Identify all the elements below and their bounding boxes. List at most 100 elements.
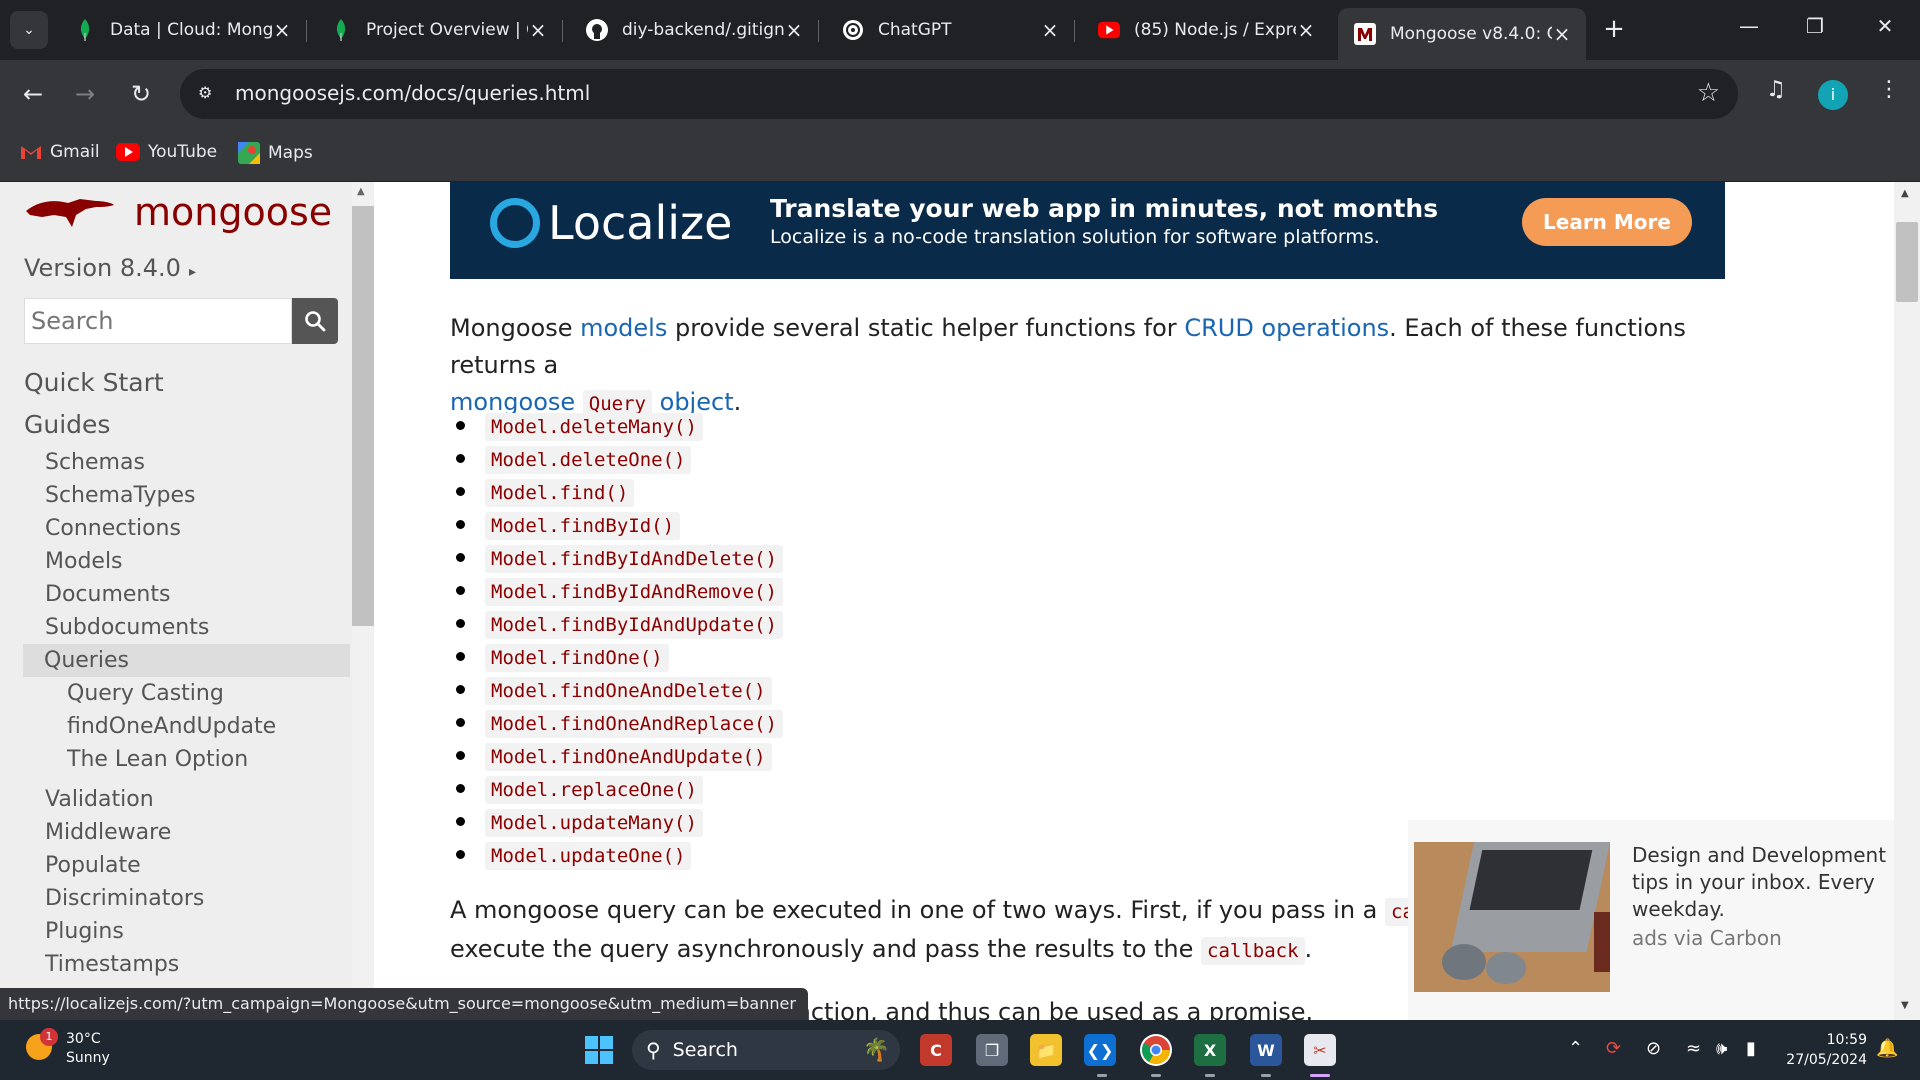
scroll-up-arrow-icon[interactable]: ▲ <box>1901 188 1909 199</box>
page-scrollbar[interactable] <box>1894 182 1920 1020</box>
close-window-icon[interactable]: ✕ <box>1870 14 1900 38</box>
method-code: Model.findByIdAndUpdate() <box>485 610 783 639</box>
sidebar-item-query-casting[interactable]: Query Casting <box>24 677 350 710</box>
sidebar-item-documents[interactable]: Documents <box>24 578 350 611</box>
sidebar-item-schemas[interactable]: Schemas <box>24 446 350 479</box>
notification-bell-icon[interactable]: 🔔 <box>1876 1038 1898 1059</box>
method-code: Model.replaceOne() <box>485 775 703 804</box>
vscode-icon[interactable]: ❮❯ <box>1084 1034 1116 1066</box>
task-view-icon[interactable]: ❐ <box>976 1034 1008 1066</box>
new-tab-button[interactable]: + <box>1598 14 1630 44</box>
battery-icon[interactable]: ▮ <box>1746 1038 1756 1059</box>
chevron-up-icon[interactable]: ⌃ <box>1568 1038 1583 1059</box>
tab-mongoose-queries[interactable]: Mongoose v8.4.0: Queries × <box>1338 8 1586 60</box>
sidebar-item-connections[interactable]: Connections <box>24 512 350 545</box>
web-page: mongoose Version 8.4.0 ▸ Quick StartGuide… <box>0 182 1920 1020</box>
sidebar-item-quick-start[interactable]: Quick Start <box>24 362 350 404</box>
media-control-icon[interactable]: ♫ <box>1766 77 1786 102</box>
search-input[interactable] <box>24 298 292 344</box>
chrome-icon[interactable] <box>1140 1034 1172 1066</box>
close-tab-icon[interactable]: × <box>1296 18 1316 42</box>
list-item: Model.findOne() <box>456 641 783 674</box>
sidebar-item-subdocuments[interactable]: Subdocuments <box>24 611 350 644</box>
ad-text[interactable]: Design and Development tips in your inbo… <box>1632 842 1892 923</box>
search-highlight-icon: 🌴 <box>862 1037 890 1063</box>
file-explorer-icon[interactable]: 📁 <box>1030 1034 1062 1066</box>
system-clock[interactable]: 10:59 27/05/2024 <box>1782 1030 1867 1070</box>
sidebar-item-models[interactable]: Models <box>24 545 350 578</box>
sidebar-item-guides[interactable]: Guides <box>24 404 350 446</box>
sync-icon[interactable]: ⟳ <box>1606 1038 1621 1059</box>
bookmark-maps[interactable]: Maps <box>238 142 313 164</box>
search-button[interactable] <box>292 298 338 344</box>
sidebar-item-findoneandupdate[interactable]: findOneAndUpdate <box>24 710 350 743</box>
method-code: Model.deleteMany() <box>485 412 703 441</box>
tab-separator <box>562 20 563 42</box>
sidebar-item-middleware[interactable]: Middleware <box>24 816 350 849</box>
sidebar-item-validation[interactable]: Validation <box>24 783 350 816</box>
forward-button[interactable]: → <box>66 75 104 113</box>
crud-operations-link[interactable]: CRUD operations <box>1184 314 1389 342</box>
back-button[interactable]: ← <box>14 75 52 113</box>
weather-widget[interactable]: 1 30°C Sunny <box>26 1028 110 1068</box>
sidebar-item-discriminators[interactable]: Discriminators <box>24 882 350 915</box>
windows-start-button[interactable] <box>585 1036 613 1064</box>
scroll-up-arrow-icon[interactable]: ▲ <box>357 186 365 197</box>
ad-image[interactable] <box>1414 842 1610 992</box>
bookmark-star-icon[interactable]: ☆ <box>1697 78 1720 108</box>
carbon-ad[interactable]: Design and Development tips in your inbo… <box>1408 820 1920 1020</box>
sidebar-scroll-thumb[interactable] <box>352 206 374 626</box>
bookmark-youtube[interactable]: YouTube <box>116 142 217 162</box>
notification-badge: 1 <box>40 1028 58 1046</box>
tab-github[interactable]: diy-backend/.gitignore × <box>570 8 819 52</box>
restore-icon[interactable]: ❐ <box>1800 14 1830 38</box>
sidebar-item-queries[interactable]: Queries <box>23 644 350 677</box>
list-item: Model.findByIdAndDelete() <box>456 542 783 575</box>
tab-search-button[interactable]: ⌄ <box>10 11 48 49</box>
sidebar-item-populate[interactable]: Populate <box>24 849 350 882</box>
word-icon[interactable]: W <box>1250 1034 1282 1066</box>
reload-button[interactable]: ↻ <box>122 75 160 113</box>
address-bar[interactable]: ⚙ mongoosejs.com/docs/queries.html ☆ <box>180 69 1738 119</box>
nav-gap <box>24 776 350 783</box>
bullet <box>456 520 465 529</box>
mongoose-animal-icon <box>26 199 114 227</box>
sun-icon: 1 <box>26 1028 58 1060</box>
ads-via-carbon-link[interactable]: ads via Carbon <box>1632 926 1782 950</box>
close-tab-icon[interactable]: × <box>528 18 548 42</box>
volume-icon[interactable]: 🕪 <box>1716 1038 1727 1059</box>
taskbar-search[interactable]: ⚲ Search 🌴 <box>632 1030 900 1070</box>
tab-youtube-node[interactable]: (85) Node.js / Express × <box>1082 8 1330 52</box>
sidebar-item-schematypes[interactable]: SchemaTypes <box>24 479 350 512</box>
site-settings-icon[interactable]: ⚙ <box>198 83 212 102</box>
minimize-icon[interactable]: — <box>1734 14 1764 38</box>
menu-kebab-icon[interactable]: ⋮ <box>1878 77 1900 102</box>
localize-ad-banner[interactable]: Localize Translate your web app in minut… <box>450 182 1725 279</box>
wifi-icon[interactable]: ≈ <box>1686 1038 1701 1059</box>
docs-sidebar: mongoose Version 8.4.0 ▸ Quick StartGuide… <box>0 182 352 1020</box>
list-item: Model.updateOne() <box>456 839 783 872</box>
close-tab-icon[interactable]: × <box>272 18 292 42</box>
excel-icon[interactable]: X <box>1194 1034 1226 1066</box>
copilot-icon[interactable]: C <box>920 1034 952 1066</box>
profile-avatar[interactable]: i <box>1818 80 1848 110</box>
close-tab-icon[interactable]: × <box>784 18 804 42</box>
close-tab-icon[interactable]: × <box>1040 18 1060 42</box>
scroll-down-arrow-icon[interactable]: ▼ <box>1901 1000 1909 1011</box>
mongoose-logo[interactable]: mongoose <box>24 190 332 234</box>
tab-project-overview[interactable]: Project Overview | Cloud × <box>314 8 563 52</box>
bookmark-gmail[interactable]: Gmail <box>20 142 100 162</box>
url-text[interactable]: mongoosejs.com/docs/queries.html <box>235 81 590 105</box>
sidebar-item-the-lean-option[interactable]: The Lean Option <box>24 743 350 776</box>
sidebar-item-timestamps[interactable]: Timestamps <box>24 948 350 981</box>
snipping-tool-icon[interactable]: ✂ <box>1304 1034 1336 1066</box>
close-tab-icon[interactable]: × <box>1552 22 1572 46</box>
models-link[interactable]: models <box>580 314 667 342</box>
tab-chatgpt[interactable]: ChatGPT × <box>826 8 1075 52</box>
sidebar-item-plugins[interactable]: Plugins <box>24 915 350 948</box>
tab-mongodb-data[interactable]: Data | Cloud: MongoDB Cloud × <box>58 8 307 52</box>
page-scroll-thumb[interactable] <box>1896 222 1918 302</box>
learn-more-button[interactable]: Learn More <box>1522 198 1692 246</box>
version-selector[interactable]: Version 8.4.0 ▸ <box>24 254 196 282</box>
camera-off-icon[interactable]: ⊘ <box>1646 1038 1661 1059</box>
